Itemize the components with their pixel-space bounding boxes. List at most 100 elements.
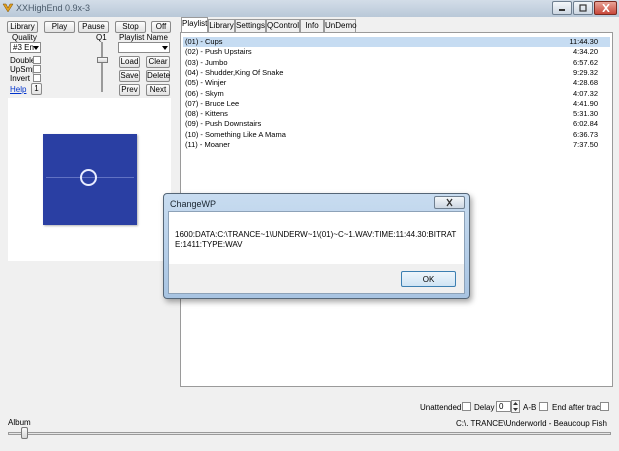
track-duration: 6:36.73 [572,129,598,139]
track-title: (06) - Skym [185,88,224,98]
album-label: Album [8,418,31,427]
one-button[interactable]: 1 [31,83,42,95]
delete-button[interactable]: Delete [146,70,170,82]
dialog-close-button[interactable] [434,196,465,209]
quality-select[interactable]: #3 En [10,42,41,53]
track-duration: 7:37.50 [572,140,598,149]
unattended-label: Unattended [420,403,462,412]
track-duration: 4:41.90 [572,98,598,108]
q1-label: Q1 [96,33,107,42]
minimize-button[interactable] [552,1,572,15]
dialog-footer: OK [169,264,464,293]
invert-checkbox[interactable] [33,74,41,82]
end-after-track-checkbox[interactable] [600,402,609,411]
playlist-row[interactable]: (07) - Bruce Lee 4:41.90 [183,99,610,109]
tab-info[interactable]: Info [300,19,324,32]
playlist-name-select[interactable] [118,42,170,53]
dialog-message: 1600:DATA:C:\TRANCE~1\UNDERW~1\(01)~C~1.… [175,230,457,249]
track-title: (11) - Moaner [185,140,230,149]
track-duration: 5:31.30 [572,109,598,119]
prev-button[interactable]: Prev [119,84,140,96]
delay-stepper[interactable] [511,400,520,413]
playlist-row[interactable]: (02) - Push Upstairs 4:34.20 [183,47,610,57]
dialog-title: ChangeWP [170,199,217,209]
play-button[interactable]: Play [44,21,75,33]
playlist-name-label: Playlist Name [119,33,168,42]
tab-library[interactable]: Library [208,19,235,32]
q1-slider-thumb[interactable] [97,57,108,63]
album-art-panel [8,98,171,261]
dialog-body: 1600:DATA:C:\TRANCE~1\UNDERW~1\(01)~C~1.… [168,211,465,294]
track-title: (04) - Shudder,King Of Snake [185,67,284,77]
delay-label: Delay [474,403,495,412]
double-label: Double [10,56,36,65]
playlist-row[interactable]: (05) - Winjer 4:28.68 [183,78,610,88]
window-title: XXHighEnd 0.9x-3 [16,3,91,13]
maximize-icon [579,4,587,12]
track-title: (01) - Cups [185,37,223,46]
close-button[interactable] [594,1,617,15]
cover-ring [80,169,97,186]
end-after-track-label: End after track [552,403,605,412]
track-title: (05) - Winjer [185,78,227,88]
maximize-button[interactable] [573,1,593,15]
track-title: (08) - Kittens [185,109,228,119]
clear-button[interactable]: Clear [146,56,170,68]
tab-settings[interactable]: Settings [235,19,266,32]
track-duration: 11:44.30 [569,37,598,46]
changewp-dialog: ChangeWP 1600:DATA:C:\TRANCE~1\UNDERW~1\… [163,193,470,299]
save-button[interactable]: Save [119,70,140,82]
track-title: (10) - Something Like A Mama [185,129,286,139]
ab-checkbox[interactable] [539,402,548,411]
track-duration: 9:29.32 [572,67,598,77]
playlist-row[interactable]: (11) - Moaner 7:37.50 [183,140,610,150]
unattended-checkbox[interactable] [462,402,471,411]
invert-label: Invert [10,74,31,83]
close-icon [601,4,610,12]
track-duration: 6:02.84 [572,119,598,129]
ok-button[interactable]: OK [401,271,456,287]
double-checkbox[interactable] [33,56,41,64]
track-title: (02) - Push Upstairs [185,47,252,57]
track-title: (07) - Bruce Lee [185,98,240,108]
album-cover [43,134,137,225]
album-position-track[interactable] [8,432,611,435]
pause-button[interactable]: Pause [78,21,109,33]
tab-qcontrol[interactable]: QControl [266,19,300,32]
track-duration: 4:28.68 [572,78,598,88]
off-button[interactable]: Off [151,21,171,33]
track-title: (09) - Push Downstairs [185,119,262,129]
track-duration: 6:57.62 [572,57,598,67]
upsmp-checkbox[interactable] [33,65,41,73]
track-duration: 4:34.20 [572,47,598,57]
track-title: (03) - Jumbo [185,57,228,67]
tab-undemo[interactable]: UnDemo [324,19,357,32]
quality-value: #3 En [13,43,34,52]
app-icon [2,2,14,14]
playlist-row[interactable]: (06) - Skym 4:07.32 [183,89,610,99]
chevron-down-icon [162,46,168,50]
playlist-row[interactable]: (01) - Cups 11:44.30 [183,37,610,47]
tab-playlist[interactable]: Playlist [181,17,208,32]
spin-arrows-icon [513,402,518,411]
track-duration: 4:07.32 [572,88,598,98]
close-icon [446,198,453,207]
quality-label: Quality [12,33,37,42]
q1-slider-track[interactable] [101,42,103,92]
next-button[interactable]: Next [146,84,170,96]
minimize-icon [559,9,565,11]
playlist-row[interactable]: (09) - Push Downstairs 6:02.84 [183,119,610,129]
playlist-row[interactable]: (03) - Jumbo 6:57.62 [183,58,610,68]
library-button[interactable]: Library [7,21,38,33]
ab-label: A-B [523,403,537,412]
playlist-row[interactable]: (10) - Something Like A Mama 6:36.73 [183,130,610,140]
title-bar[interactable]: XXHighEnd 0.9x-3 [0,0,619,17]
playlist-row[interactable]: (08) - Kittens 5:31.30 [183,109,610,119]
album-path: C:\. TRANCE\Underworld - Beaucoup Fish [455,419,607,428]
stop-button[interactable]: Stop [115,21,146,33]
load-button[interactable]: Load [119,56,140,68]
playlist-row[interactable]: (04) - Shudder,King Of Snake 9:29.32 [183,68,610,78]
help-link[interactable]: Help [10,85,26,94]
delay-input[interactable]: 0 [496,401,511,412]
album-position-thumb[interactable] [21,427,28,439]
